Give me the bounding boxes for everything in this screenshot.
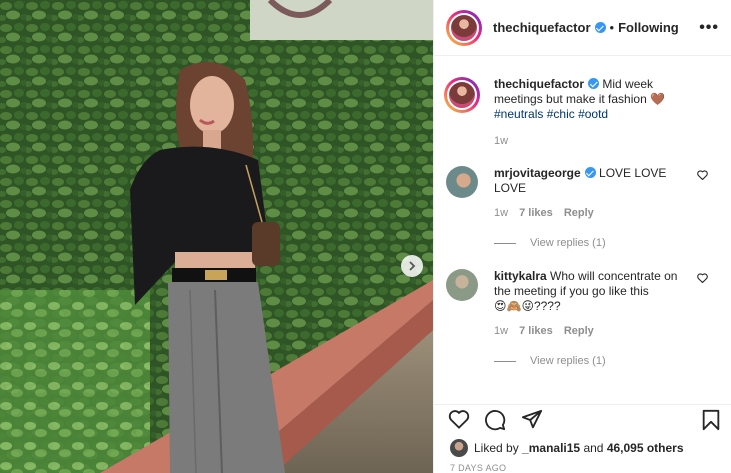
paper-plane-icon[interactable]	[521, 409, 543, 431]
caption-username[interactable]: thechiquefactor	[494, 77, 584, 91]
liker-avatar[interactable]	[450, 439, 468, 457]
comment-age[interactable]: 1w	[494, 207, 508, 219]
author-avatar[interactable]	[446, 9, 482, 46]
verified-badge-icon	[594, 22, 606, 33]
post-side-panel: thechiquefactor • Following ••• thechiqu…	[433, 0, 731, 473]
post-header: thechiquefactor • Following •••	[434, 0, 731, 56]
comment-likes-count[interactable]: 7 likes	[519, 207, 553, 219]
author-username[interactable]: thechiquefactor	[493, 20, 591, 35]
view-replies-button[interactable]: View replies (1)	[494, 237, 720, 249]
verified-badge-icon	[588, 78, 600, 89]
verified-badge-icon	[584, 167, 596, 178]
following-button[interactable]: Following	[618, 20, 679, 35]
comment-heart-icon[interactable]	[697, 170, 708, 180]
caption-author-avatar[interactable]	[444, 77, 480, 113]
bookmark-icon[interactable]	[701, 409, 721, 431]
commenter-avatar[interactable]	[446, 269, 478, 301]
heart-icon[interactable]	[448, 409, 470, 429]
comment-icon[interactable]	[484, 409, 506, 431]
caption-age[interactable]: 1w	[494, 135, 508, 147]
next-photo-button[interactable]	[401, 255, 423, 277]
reply-button[interactable]: Reply	[564, 325, 594, 337]
separator-dot: •	[609, 20, 615, 35]
action-bar	[434, 404, 731, 434]
post-timestamp[interactable]: 7 DAYS AGO	[450, 463, 506, 473]
photo-scene	[0, 0, 433, 473]
comment-item: kittykalra Who will concentrate on the m…	[446, 269, 720, 339]
commenter-avatar[interactable]	[446, 166, 478, 198]
liker-username[interactable]: _manali15	[522, 441, 580, 455]
comment-age[interactable]: 1w	[494, 325, 508, 337]
hashtag-chic[interactable]: #chic	[547, 107, 575, 121]
post-photo[interactable]	[0, 0, 433, 473]
likes-prefix: Liked by	[474, 441, 519, 455]
comment-item: mrjovitageorge LOVE LOVE LOVE 1w 7 likes…	[446, 166, 720, 221]
comment-username[interactable]: mrjovitageorge	[494, 166, 581, 180]
comment-username[interactable]: kittykalra	[494, 269, 547, 283]
comments-list[interactable]: thechiquefactor Mid week meetings but ma…	[434, 57, 731, 397]
comment-heart-icon[interactable]	[697, 273, 708, 283]
view-replies-button[interactable]: View replies (1)	[494, 355, 720, 367]
hashtag-ootd[interactable]: #ootd	[578, 107, 608, 121]
comment-likes-count[interactable]: 7 likes	[519, 325, 553, 337]
more-options-icon[interactable]: •••	[699, 19, 719, 37]
caption: thechiquefactor Mid week meetings but ma…	[444, 77, 720, 149]
hashtag-neutrals[interactable]: #neutrals	[494, 107, 543, 121]
caption-emoji: 🤎	[650, 92, 666, 106]
likes-connector: and	[583, 441, 604, 455]
likes-summary: Liked by _manali15 and 46,095 others	[450, 439, 684, 457]
chevron-right-icon	[409, 261, 416, 271]
likes-others-count[interactable]: 46,095 others	[607, 441, 684, 455]
comment-emojis: 😍🙈😜????	[494, 299, 561, 313]
reply-button[interactable]: Reply	[564, 207, 594, 219]
view-replies-label: View replies (1)	[530, 355, 606, 367]
view-replies-label: View replies (1)	[530, 237, 606, 249]
